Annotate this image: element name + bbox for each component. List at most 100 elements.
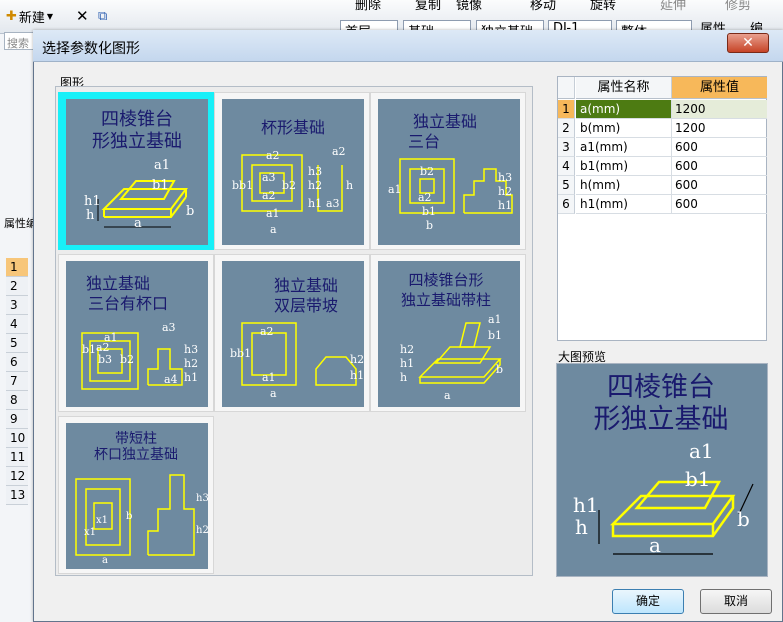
rotate-button[interactable]: 旋转: [590, 0, 616, 12]
table-cell-value[interactable]: 600: [672, 195, 767, 214]
svg-text:h1: h1: [573, 493, 599, 517]
extend-button[interactable]: 延伸: [660, 0, 686, 12]
shape-title-line2: 三台: [408, 132, 440, 151]
svg-text:b2: b2: [420, 165, 434, 178]
svg-text:h3: h3: [498, 171, 512, 184]
svg-text:b: b: [737, 507, 750, 531]
header-value: 属性值: [672, 77, 767, 99]
shape-title-line1: 四棱锥台形: [408, 271, 483, 289]
svg-text:h1: h1: [400, 357, 414, 370]
svg-text:a1: a1: [154, 158, 170, 173]
svg-text:b1: b1: [488, 329, 502, 342]
shape-thumbnail: 杯形基础 a2 a3 a2 a1 bb1 b2 h3h2 h1 a2 h a3 a: [222, 99, 364, 245]
shape-title-line1: 独立基础: [274, 276, 338, 295]
svg-text:a: a: [102, 555, 108, 566]
preview-drawing: 四棱锥台 形独立基础 a b a1 b1 h1h: [557, 364, 767, 576]
svg-text:b: b: [126, 511, 132, 522]
svg-text:b: b: [496, 363, 503, 376]
table-cell-name[interactable]: a1(mm): [576, 138, 672, 157]
svg-text:a3: a3: [262, 171, 276, 184]
svg-text:a3: a3: [162, 321, 176, 334]
table-cell-name[interactable]: b(mm): [576, 119, 672, 138]
svg-text:a2: a2: [332, 145, 346, 158]
table-cell-value[interactable]: 600: [672, 138, 767, 157]
svg-text:h: h: [86, 208, 95, 223]
svg-text:bb1: bb1: [232, 179, 253, 192]
svg-text:a: a: [444, 389, 451, 402]
delete-button[interactable]: 删除: [355, 0, 381, 12]
ok-button[interactable]: 确定: [612, 589, 684, 614]
move-button[interactable]: 移动: [530, 0, 556, 12]
shape-tile-5[interactable]: 独立基础 双层带坡 a2 bb1 a1 h2 h1 a: [214, 254, 370, 412]
svg-text:h: h: [575, 515, 588, 539]
preview-image: 四棱锥台 形独立基础 a b a1 b1 h1 h: [556, 363, 768, 577]
shape-thumbnail: 带短柱 杯口独立基础 x1x1 b a h3 h2: [66, 423, 208, 569]
table-cell-name[interactable]: b1(mm): [576, 157, 672, 176]
svg-text:a2: a2: [418, 191, 432, 204]
svg-text:a2: a2: [266, 149, 280, 162]
shape-thumbnail: 四棱锥台 形独立基础 a b a1 b1 h1h: [66, 99, 208, 245]
shape-tile-3[interactable]: 独立基础 三台 b2 a2 b1 a1 h3 h2 h1 b: [370, 92, 526, 250]
row-number: 13: [6, 486, 28, 505]
copy-button[interactable]: ⧉: [98, 7, 107, 25]
new-icon: ✚: [6, 8, 17, 24]
table-cell-value[interactable]: 1200: [672, 100, 767, 119]
shape-thumbnail: 独立基础 三台 b2 a2b1 a1 h3h2h1 b: [378, 99, 520, 245]
svg-text:a3: a3: [326, 197, 340, 210]
svg-text:h2: h2: [400, 343, 414, 356]
shape-tile-7[interactable]: 带短柱 杯口独立基础 x1 x1 b a h3 h2: [58, 416, 214, 574]
shape-thumbnail: 独立基础 三台有杯口 a1a2b3 b2b1a3h3h2h1a4: [66, 261, 208, 407]
row-number: 8: [6, 391, 28, 410]
shape-title-line2: 形独立基础: [92, 131, 182, 152]
svg-text:b1: b1: [82, 343, 96, 356]
svg-text:h3: h3: [184, 343, 198, 356]
table-row-number: 3: [558, 138, 575, 157]
table-row-number: 6: [558, 195, 575, 214]
svg-text:a2: a2: [260, 325, 274, 338]
preview-title-line2: 形独立基础: [594, 404, 729, 435]
shape-tile-4[interactable]: 独立基础 三台有杯口 a1 a2 b3 b2 b1 a3 h3 h2 h1 a4: [58, 254, 214, 412]
table-corner: [558, 77, 575, 99]
table-cell-name[interactable]: a(mm): [576, 100, 672, 119]
svg-text:a4: a4: [164, 373, 178, 386]
svg-text:h2: h2: [350, 353, 364, 366]
shape-thumbnail: 四棱锥台形 独立基础带柱 a1 b1 h2h1h a b: [378, 261, 520, 407]
table-cell-value[interactable]: 600: [672, 176, 767, 195]
shape-title-line2: 三台有杯口: [88, 294, 168, 313]
table-row-number: 1: [558, 100, 575, 119]
svg-text:h2: h2: [196, 525, 208, 536]
svg-text:h3: h3: [196, 493, 208, 504]
shape-title-line1: 带短柱: [115, 431, 157, 447]
close-button[interactable]: ✕: [727, 33, 769, 53]
table-cell-value[interactable]: 600: [672, 157, 767, 176]
chevron-down-icon: ▼: [46, 11, 54, 21]
svg-text:h2: h2: [308, 179, 322, 192]
svg-text:x1: x1: [84, 527, 96, 538]
shape-tile-1[interactable]: 四棱锥台 形独立基础 a b a1 b1 h1 h: [58, 92, 214, 250]
copy-label-button[interactable]: 复制: [415, 0, 441, 12]
svg-text:h3: h3: [308, 165, 322, 178]
shape-title-line1: 独立基础: [413, 112, 477, 131]
close-icon: ✕: [742, 35, 754, 51]
svg-text:a1: a1: [262, 371, 276, 384]
svg-text:a: a: [270, 387, 277, 400]
svg-text:h1: h1: [350, 369, 364, 382]
table-cell-name[interactable]: h1(mm): [576, 195, 672, 214]
shape-tile-2[interactable]: 杯形基础 a2 a3 a2 a1 bb1 b2 h3 h2 h1 a2 h a3 a: [214, 92, 370, 250]
delete-x-button[interactable]: ✕: [76, 7, 89, 25]
shape-tile-6[interactable]: 四棱锥台形 独立基础带柱 a1 b1 h2 h1 h a b: [370, 254, 526, 412]
properties-table: 属性名称 属性值 1 a(mm) 1200 2 b(mm) 1200 3 a1(mm) 600 4…: [557, 76, 767, 341]
trim-button[interactable]: 修剪: [725, 0, 751, 12]
svg-text:a: a: [270, 223, 277, 236]
row-number: 11: [6, 448, 28, 467]
svg-text:b1: b1: [152, 178, 169, 193]
search-input[interactable]: 搜索: [4, 32, 36, 50]
table-cell-name[interactable]: h(mm): [576, 176, 672, 195]
cancel-button[interactable]: 取消: [700, 589, 772, 614]
mirror-button[interactable]: 镜像: [456, 0, 482, 12]
table-cell-value[interactable]: 1200: [672, 119, 767, 138]
svg-text:h1: h1: [184, 371, 198, 384]
row-number: 3: [6, 296, 28, 315]
new-button[interactable]: ✚ 新建 ▼: [6, 7, 54, 26]
table-row-number: 5: [558, 176, 575, 195]
